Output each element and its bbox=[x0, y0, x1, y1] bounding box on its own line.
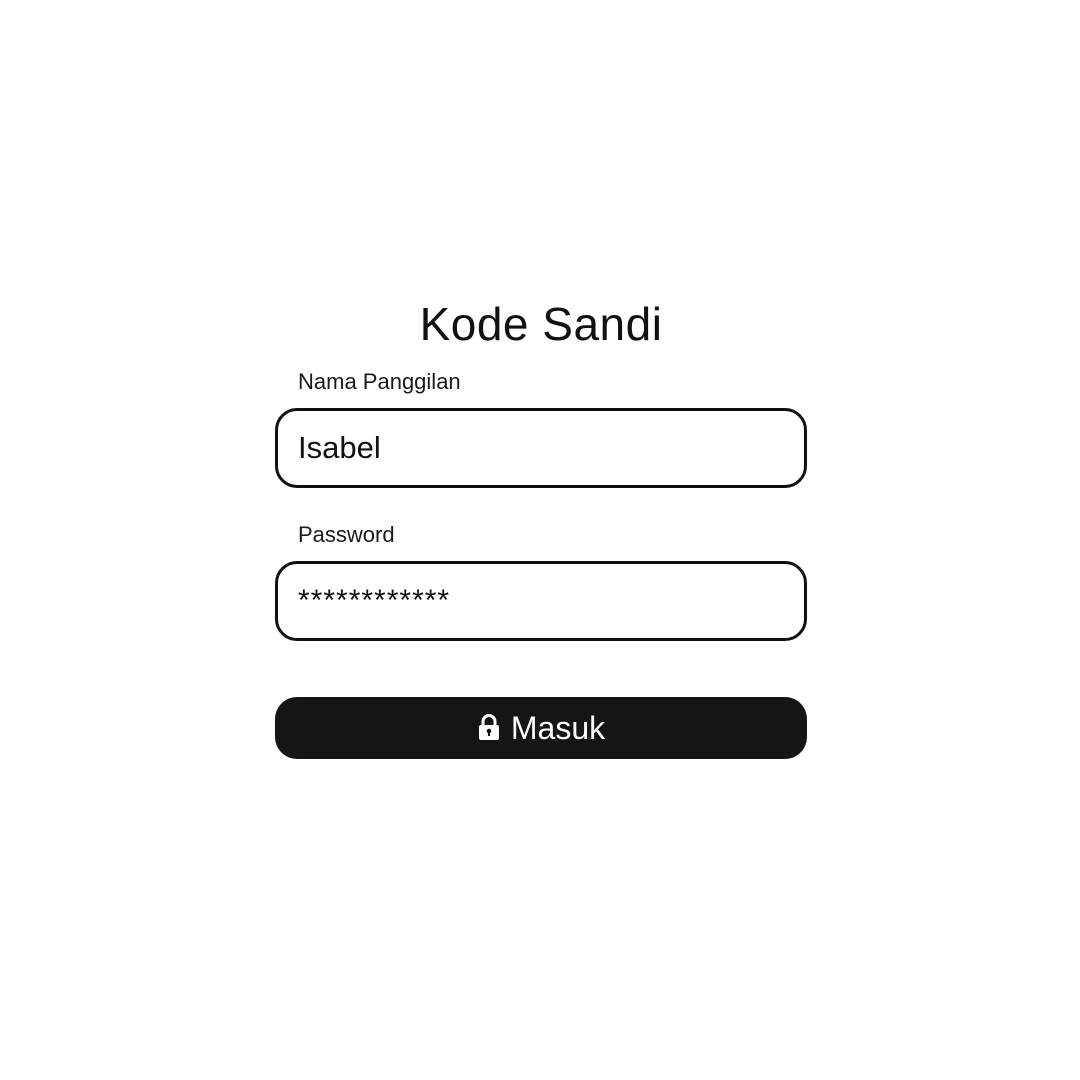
password-field-box bbox=[275, 561, 807, 641]
password-input[interactable] bbox=[298, 564, 784, 638]
lock-icon bbox=[477, 713, 501, 741]
nickname-label: Nama Panggilan bbox=[298, 369, 461, 394]
login-button[interactable]: Masuk bbox=[275, 697, 807, 759]
nickname-input[interactable] bbox=[298, 411, 784, 485]
page-title: Kode Sandi bbox=[419, 298, 663, 350]
login-button-label: Masuk bbox=[510, 710, 606, 746]
nickname-field-box bbox=[275, 408, 807, 488]
password-label: Password bbox=[298, 522, 395, 547]
